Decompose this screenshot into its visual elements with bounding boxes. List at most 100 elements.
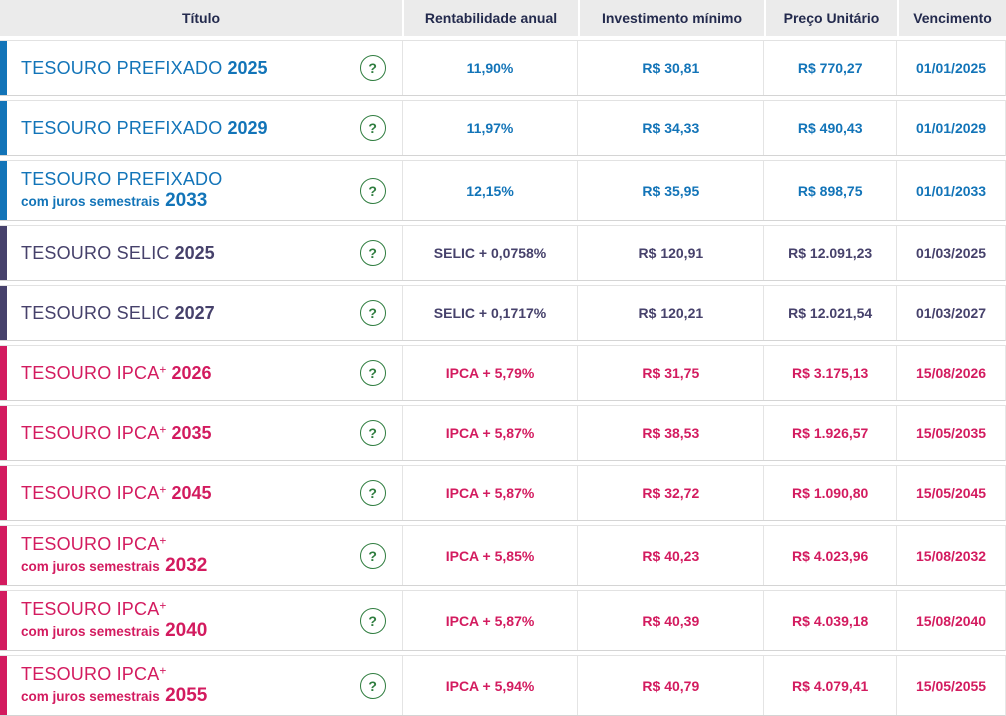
help-icon[interactable]: ? (359, 55, 386, 81)
bond-year: 2026 (166, 362, 212, 383)
bond-color-bar (0, 656, 7, 715)
help-icon[interactable]: ? (359, 177, 386, 204)
table-row[interactable]: TESOURO PREFIXADO com juros semestrais 20… (0, 160, 1006, 221)
preco-cell: R$ 1.090,80 (763, 466, 896, 520)
bond-title-line1: TESOURO PREFIXADO 2029 (21, 118, 267, 138)
bond-color-bar (0, 226, 7, 280)
table-row[interactable]: TESOURO IPCA+ 2045? IPCA + 5,87% R$ 32,72 R… (0, 465, 1006, 521)
rentabilidade-cell: IPCA + 5,87% (401, 466, 578, 520)
preco-cell: R$ 4.039,18 (763, 591, 896, 650)
bond-color-bar (0, 346, 7, 400)
vencimento-cell: 15/08/2026 (896, 346, 1005, 400)
bond-year: 2025 (222, 57, 268, 78)
investimento-cell: R$ 35,95 (577, 161, 763, 220)
bond-title-line2: com juros semestrais 2055 (21, 685, 207, 706)
title-cell: TESOURO IPCA+ com juros semestrais 2032? (0, 526, 402, 585)
preco-cell: R$ 12.091,23 (763, 226, 896, 280)
table-row[interactable]: TESOURO SELIC 2025? SELIC + 0,0758% R$ 120… (0, 225, 1006, 281)
investimento-cell: R$ 40,23 (577, 526, 763, 585)
bond-table: Título Rentabilidade anual Investimento … (0, 0, 1006, 716)
rentabilidade-cell: SELIC + 0,1717% (401, 286, 578, 340)
investimento-cell: R$ 38,53 (577, 406, 763, 460)
rentabilidade-cell: IPCA + 5,85% (401, 526, 578, 585)
bond-subtitle: com juros semestrais (21, 559, 160, 575)
bond-name-plus: + (159, 533, 167, 548)
bond-title-line1: TESOURO IPCA+ (21, 664, 207, 684)
title-cell: TESOURO IPCA+ 2026? (0, 346, 402, 400)
rentabilidade-cell: 11,97% (401, 101, 578, 155)
help-icon[interactable]: ? (359, 240, 386, 266)
bond-color-bar (0, 526, 7, 585)
bond-title-line2: com juros semestrais 2033 (21, 190, 222, 211)
preco-cell: R$ 490,43 (763, 101, 896, 155)
investimento-cell: R$ 32,72 (577, 466, 763, 520)
rentabilidade-cell: SELIC + 0,0758% (401, 226, 578, 280)
rentabilidade-cell: IPCA + 5,94% (401, 656, 578, 715)
help-icon[interactable]: ? (359, 542, 386, 569)
rentabilidade-cell: 11,90% (401, 41, 578, 95)
bond-color-bar (0, 101, 7, 155)
bond-title-line2: com juros semestrais 2032 (21, 555, 207, 576)
help-icon[interactable]: ? (359, 420, 386, 446)
vencimento-cell: 01/01/2029 (896, 101, 1005, 155)
investimento-cell: R$ 40,79 (577, 656, 763, 715)
bond-year: 2027 (169, 302, 215, 323)
vencimento-cell: 01/03/2025 (896, 226, 1005, 280)
bond-title-line1: TESOURO PREFIXADO (21, 169, 222, 189)
help-icon[interactable]: ? (359, 300, 386, 326)
bond-color-bar (0, 406, 7, 460)
rentabilidade-cell: 12,15% (401, 161, 578, 220)
help-icon[interactable]: ? (359, 672, 386, 699)
bond-title-line2: com juros semestrais 2040 (21, 620, 207, 641)
header-titulo: Título (181, 10, 221, 26)
rentabilidade-cell: IPCA + 5,79% (401, 346, 578, 400)
investimento-cell: R$ 34,33 (577, 101, 763, 155)
bond-name: TESOURO PREFIXADO (21, 169, 223, 190)
bond-table-body: TESOURO PREFIXADO 2025? 11,90% R$ 30,81 R$ … (0, 40, 1006, 716)
bond-name: TESOURO SELIC (21, 302, 170, 323)
title-cell: TESOURO IPCA+ com juros semestrais 2055? (0, 656, 402, 715)
title-cell: TESOURO SELIC 2025? (0, 226, 402, 280)
bond-title-line1: TESOURO PREFIXADO 2025 (21, 58, 267, 78)
bond-title: TESOURO IPCA+ com juros semestrais 2055 (21, 664, 207, 706)
investimento-cell: R$ 120,21 (577, 286, 763, 340)
bond-year: 2029 (222, 117, 268, 138)
bond-name-plus: + (159, 663, 167, 678)
bond-year: 2033 (159, 190, 208, 212)
bond-title: TESOURO PREFIXADO 2025 (21, 58, 267, 78)
bond-year: 2032 (159, 555, 208, 577)
bond-title-line1: TESOURO SELIC 2025 (21, 243, 215, 263)
bond-title-line1: TESOURO SELIC 2027 (21, 303, 215, 323)
table-row[interactable]: TESOURO IPCA+ 2026? IPCA + 5,79% R$ 31,75 R… (0, 345, 1006, 401)
preco-cell: R$ 770,27 (763, 41, 896, 95)
table-row[interactable]: TESOURO PREFIXADO 2025? 11,90% R$ 30,81 R$ … (0, 40, 1006, 96)
bond-name-plus: + (159, 598, 167, 613)
title-cell: TESOURO PREFIXADO 2029? (0, 101, 402, 155)
table-row[interactable]: TESOURO IPCA+ com juros semestrais 2055? I… (0, 655, 1006, 716)
table-row[interactable]: TESOURO SELIC 2027? SELIC + 0,1717% R$ 120… (0, 285, 1006, 341)
title-cell: TESOURO IPCA+ 2045? (0, 466, 402, 520)
title-cell: TESOURO IPCA+ com juros semestrais 2040? (0, 591, 402, 650)
help-icon[interactable]: ? (359, 480, 386, 506)
title-cell: TESOURO PREFIXADO com juros semestrais 20… (0, 161, 402, 220)
table-row[interactable]: TESOURO IPCA+ 2035? IPCA + 5,87% R$ 38,53 R… (0, 405, 1006, 461)
bond-color-bar (0, 466, 7, 520)
table-row[interactable]: TESOURO IPCA+ com juros semestrais 2032? I… (0, 525, 1006, 586)
bond-title: TESOURO IPCA+ com juros semestrais 2040 (21, 599, 207, 641)
bond-year: 2040 (159, 620, 208, 642)
preco-cell: R$ 3.175,13 (763, 346, 896, 400)
table-row[interactable]: TESOURO PREFIXADO 2029? 11,97% R$ 34,33 R$ … (0, 100, 1006, 156)
table-row[interactable]: TESOURO IPCA+ com juros semestrais 2040? I… (0, 590, 1006, 651)
bond-title-line1: TESOURO IPCA+ (21, 534, 207, 554)
vencimento-cell: 01/01/2033 (896, 161, 1005, 220)
preco-cell: R$ 4.023,96 (763, 526, 896, 585)
help-icon[interactable]: ? (359, 360, 386, 386)
bond-color-bar (0, 286, 7, 340)
help-icon[interactable]: ? (359, 607, 386, 634)
bond-color-bar (0, 161, 7, 220)
bond-year: 2045 (166, 482, 212, 503)
bond-name: TESOURO PREFIXADO (21, 117, 223, 138)
rentabilidade-cell: IPCA + 5,87% (401, 406, 578, 460)
help-icon[interactable]: ? (359, 115, 386, 141)
preco-cell: R$ 4.079,41 (763, 656, 896, 715)
